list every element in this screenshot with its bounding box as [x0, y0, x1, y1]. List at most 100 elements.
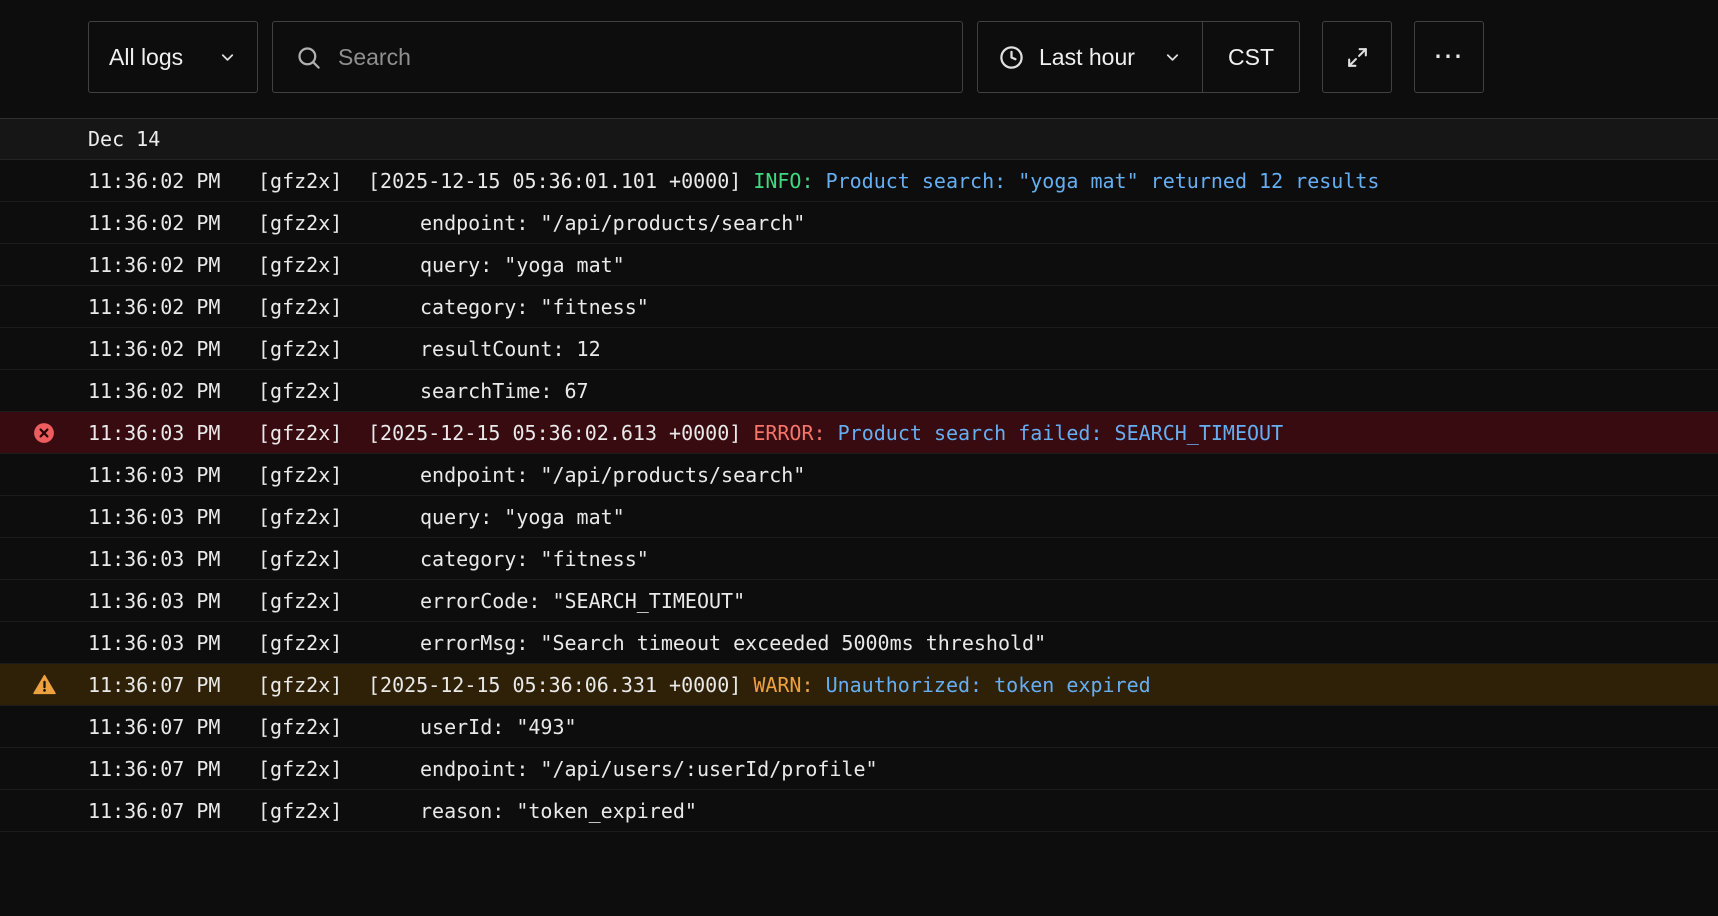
log-detail-row[interactable]: 11:36:02 PM[gfz2x]query: "yoga mat" — [0, 244, 1718, 286]
expand-icon — [1345, 45, 1370, 70]
log-filter-dropdown[interactable]: All logs — [88, 21, 258, 93]
log-detail-text: endpoint: "/api/products/search" — [368, 211, 1718, 235]
time-range-label: Last hour — [1039, 44, 1135, 71]
log-pod: [gfz2x] — [258, 169, 368, 193]
timezone-label: CST — [1228, 44, 1274, 71]
log-detail-text: errorCode: "SEARCH_TIMEOUT" — [368, 589, 1718, 613]
log-pod: [gfz2x] — [258, 421, 368, 445]
log-entry-row[interactable]: 11:36:03 PM[gfz2x][2025-12-15 05:36:02.6… — [0, 412, 1718, 454]
log-pod: [gfz2x] — [258, 295, 368, 319]
log-time: 11:36:02 PM — [88, 169, 258, 193]
log-detail-row[interactable]: 11:36:07 PM[gfz2x]endpoint: "/api/users/… — [0, 748, 1718, 790]
log-detail-text: searchTime: 67 — [368, 379, 1718, 403]
log-bracket-timestamp: [2025-12-15 05:36:06.331 +0000] — [368, 673, 753, 697]
row-gutter — [0, 160, 88, 201]
log-time: 11:36:02 PM — [88, 379, 258, 403]
row-gutter — [0, 622, 88, 663]
log-time: 11:36:07 PM — [88, 757, 258, 781]
log-message-text: Product search failed: SEARCH_TIMEOUT — [838, 421, 1284, 445]
log-time: 11:36:03 PM — [88, 631, 258, 655]
log-time: 11:36:07 PM — [88, 673, 258, 697]
log-time: 11:36:03 PM — [88, 421, 258, 445]
clock-icon — [998, 44, 1025, 71]
row-gutter — [0, 244, 88, 285]
log-detail-text: endpoint: "/api/products/search" — [368, 463, 1718, 487]
log-pod: [gfz2x] — [258, 379, 368, 403]
log-detail-text: userId: "493" — [368, 715, 1718, 739]
log-pod: [gfz2x] — [258, 337, 368, 361]
search-icon — [295, 44, 322, 71]
log-detail-row[interactable]: 11:36:02 PM[gfz2x]resultCount: 12 — [0, 328, 1718, 370]
log-list: 11:36:02 PM[gfz2x][2025-12-15 05:36:01.1… — [0, 160, 1718, 832]
log-detail-row[interactable]: 11:36:07 PM[gfz2x]userId: "493" — [0, 706, 1718, 748]
row-gutter — [0, 202, 88, 243]
log-bracket-timestamp: [2025-12-15 05:36:01.101 +0000] — [368, 169, 753, 193]
log-detail-row[interactable]: 11:36:03 PM[gfz2x]endpoint: "/api/produc… — [0, 454, 1718, 496]
log-time: 11:36:03 PM — [88, 505, 258, 529]
log-viewer-app: All logs Last hour CST — [0, 0, 1718, 916]
log-detail-row[interactable]: 11:36:07 PM[gfz2x]reason: "token_expired… — [0, 790, 1718, 832]
log-time: 11:36:02 PM — [88, 253, 258, 277]
time-range-dropdown[interactable]: Last hour — [978, 22, 1202, 92]
row-gutter — [0, 790, 88, 831]
log-detail-row[interactable]: 11:36:03 PM[gfz2x]category: "fitness" — [0, 538, 1718, 580]
log-time: 11:36:02 PM — [88, 295, 258, 319]
log-entry-row[interactable]: 11:36:07 PM[gfz2x][2025-12-15 05:36:06.3… — [0, 664, 1718, 706]
log-detail-text: errorMsg: "Search timeout exceeded 5000m… — [368, 631, 1718, 655]
expand-button[interactable] — [1322, 21, 1392, 93]
log-filter-label: All logs — [109, 44, 183, 71]
log-detail-row[interactable]: 11:36:02 PM[gfz2x]searchTime: 67 — [0, 370, 1718, 412]
log-detail-row[interactable]: 11:36:03 PM[gfz2x]query: "yoga mat" — [0, 496, 1718, 538]
log-pod: [gfz2x] — [258, 505, 368, 529]
log-detail-text: query: "yoga mat" — [368, 253, 1718, 277]
log-detail-row[interactable]: 11:36:03 PM[gfz2x]errorMsg: "Search time… — [0, 622, 1718, 664]
log-pod: [gfz2x] — [258, 715, 368, 739]
log-time: 11:36:03 PM — [88, 463, 258, 487]
error-icon — [0, 412, 88, 453]
date-divider: Dec 14 — [0, 118, 1718, 160]
log-time: 11:36:02 PM — [88, 211, 258, 235]
log-detail-text: endpoint: "/api/users/:userId/profile" — [368, 757, 1718, 781]
log-detail-row[interactable]: 11:36:02 PM[gfz2x]category: "fitness" — [0, 286, 1718, 328]
log-pod: [gfz2x] — [258, 673, 368, 697]
search-input[interactable] — [338, 44, 940, 71]
log-bracket-timestamp: [2025-12-15 05:36:02.613 +0000] — [368, 421, 753, 445]
log-message: [2025-12-15 05:36:06.331 +0000] WARN: Un… — [368, 673, 1718, 697]
log-time: 11:36:02 PM — [88, 337, 258, 361]
log-pod: [gfz2x] — [258, 463, 368, 487]
log-time: 11:36:03 PM — [88, 589, 258, 613]
log-level: WARN: — [753, 673, 825, 697]
row-gutter — [0, 748, 88, 789]
log-detail-row[interactable]: 11:36:03 PM[gfz2x]errorCode: "SEARCH_TIM… — [0, 580, 1718, 622]
log-time: 11:36:03 PM — [88, 547, 258, 571]
search-box[interactable] — [272, 21, 963, 93]
toolbar: All logs Last hour CST — [0, 0, 1718, 118]
warning-icon — [0, 664, 88, 705]
more-button[interactable]: ⋯ — [1414, 21, 1484, 93]
log-pod: [gfz2x] — [258, 757, 368, 781]
log-detail-row[interactable]: 11:36:02 PM[gfz2x]endpoint: "/api/produc… — [0, 202, 1718, 244]
date-divider-label: Dec 14 — [88, 127, 160, 151]
log-detail-text: category: "fitness" — [368, 295, 1718, 319]
row-gutter — [0, 496, 88, 537]
log-message: [2025-12-15 05:36:02.613 +0000] ERROR: P… — [368, 421, 1718, 445]
log-pod: [gfz2x] — [258, 589, 368, 613]
log-detail-text: category: "fitness" — [368, 547, 1718, 571]
time-controls: Last hour CST — [977, 21, 1300, 93]
log-detail-text: resultCount: 12 — [368, 337, 1718, 361]
log-level: INFO: — [753, 169, 825, 193]
row-gutter — [0, 370, 88, 411]
log-pod: [gfz2x] — [258, 211, 368, 235]
log-pod: [gfz2x] — [258, 547, 368, 571]
row-gutter — [0, 538, 88, 579]
log-level: ERROR: — [753, 421, 837, 445]
more-icon: ⋯ — [1433, 42, 1465, 72]
row-gutter — [0, 454, 88, 495]
timezone-button[interactable]: CST — [1202, 22, 1299, 92]
log-time: 11:36:07 PM — [88, 715, 258, 739]
log-message-text: Unauthorized: token expired — [826, 673, 1151, 697]
row-gutter — [0, 328, 88, 369]
log-entry-row[interactable]: 11:36:02 PM[gfz2x][2025-12-15 05:36:01.1… — [0, 160, 1718, 202]
log-time: 11:36:07 PM — [88, 799, 258, 823]
row-gutter — [0, 706, 88, 747]
